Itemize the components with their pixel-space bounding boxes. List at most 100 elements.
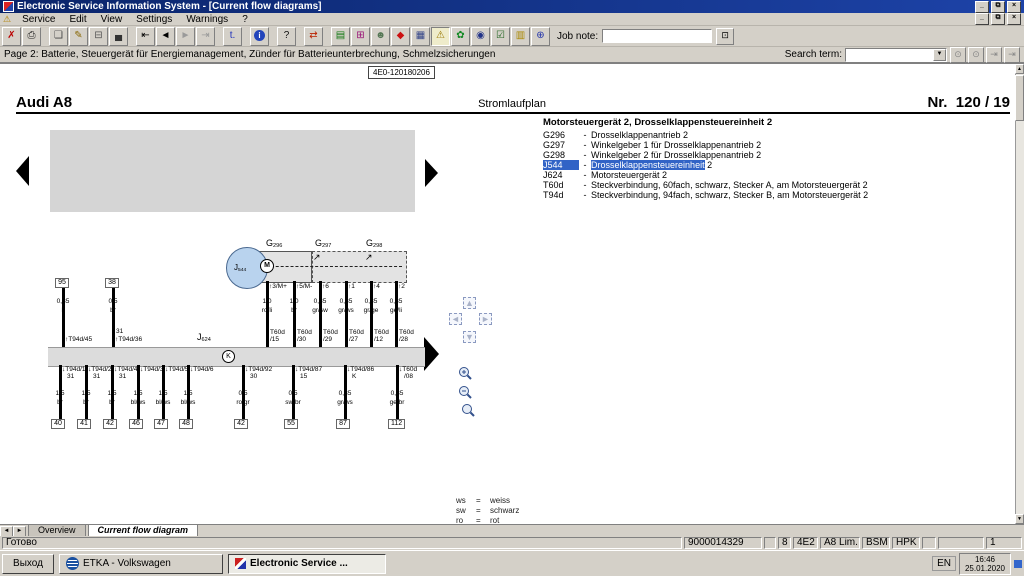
legend-entry-G296[interactable]: G296-Drosselklappenantrieb 2: [543, 130, 1013, 140]
save-button[interactable]: ⊟: [89, 27, 108, 46]
parts-button[interactable]: ⊞: [351, 27, 370, 46]
notes-button[interactable]: ▥: [511, 27, 530, 46]
zoom-out-icon[interactable]: [458, 385, 473, 400]
zoom-in-icon[interactable]: [458, 366, 473, 381]
job-note-edit-button[interactable]: ⊡: [716, 28, 734, 45]
page-link-right-arrow[interactable]: [425, 159, 438, 187]
mdi-window-close-button[interactable]: ×: [1007, 13, 1021, 25]
menu-warnings[interactable]: Warnings: [179, 14, 235, 25]
new-document-button[interactable]: ❏: [49, 27, 68, 46]
help-key-button[interactable]: ?: [277, 27, 296, 46]
j544-label: J544: [234, 263, 246, 273]
language-indicator[interactable]: EN: [932, 556, 956, 571]
page-link-right-arrow-2[interactable]: [424, 337, 439, 371]
status-bar: Готово 900001432984E2A8 Lim.BSMHPK1: [0, 536, 1024, 550]
mdi-window-minimize-button[interactable]: _: [975, 13, 989, 25]
menu-settings[interactable]: Settings: [129, 14, 179, 25]
checklist-button[interactable]: ☑: [491, 27, 510, 46]
job-note-input[interactable]: [602, 29, 712, 43]
document-type: Stromlaufplan: [0, 98, 1024, 110]
terminal-box: 38: [105, 278, 119, 288]
print-button[interactable]: ⎙: [22, 27, 41, 46]
search-records-button[interactable]: ◉: [471, 27, 490, 46]
menu-?[interactable]: ?: [235, 14, 255, 25]
history-button[interactable]: t.: [223, 27, 242, 46]
scroll-down-icon[interactable]: ▼: [1015, 514, 1024, 524]
terminal-box: 41: [77, 419, 91, 429]
scroll-up-icon[interactable]: ▲: [1015, 64, 1024, 74]
pan-right-icon[interactable]: ►: [479, 313, 492, 325]
terminal-box: 112: [388, 419, 405, 429]
taskbar-clock[interactable]: 16:46 25.01.2020: [959, 553, 1011, 575]
menu-edit[interactable]: Edit: [62, 14, 93, 25]
status-fields: 900001432984E2A8 Lim.BSMHPK1: [684, 537, 1022, 549]
connector-label: T60d/15: [270, 329, 285, 343]
vertical-scrollbar[interactable]: [1015, 64, 1024, 524]
wire: [395, 281, 398, 347]
diagram-number: Nr. 120 / 19: [890, 94, 1010, 111]
search-combobox[interactable]: ▼: [845, 48, 947, 62]
legend-entry-J624[interactable]: J624-Motorsteuergerät 2: [543, 170, 1013, 180]
nav-next-button[interactable]: ►: [176, 27, 195, 46]
web-button[interactable]: ⊕: [531, 27, 550, 46]
exit-button[interactable]: ✗: [2, 27, 21, 46]
wire: [266, 281, 269, 347]
nav-last-button[interactable]: ⇥: [196, 27, 215, 46]
vehicle-button[interactable]: ▄: [109, 27, 128, 46]
taskbar-elsa-button[interactable]: Electronic Service ...: [228, 554, 386, 574]
nav-prev-button[interactable]: ◄: [156, 27, 175, 46]
pin-label: ↑6: [322, 283, 329, 290]
etka-globe-icon: [66, 557, 79, 570]
mdi-window-restore-button[interactable]: ⧉: [991, 13, 1005, 25]
combo-dropdown-icon[interactable]: ▼: [933, 49, 946, 61]
compare-button[interactable]: ⇄: [304, 27, 323, 46]
pan-left-icon[interactable]: ◄: [449, 313, 462, 325]
edit-button[interactable]: ✎: [69, 27, 88, 46]
app-window: Electronic Service Information System - …: [0, 0, 1024, 576]
legend-entry-T60d[interactable]: T60d-Steckverbindung, 60fach, schwarz, S…: [543, 180, 1013, 190]
images-button[interactable]: ▦: [411, 27, 430, 46]
environment-button[interactable]: ✿: [451, 27, 470, 46]
component-label-G298: G298: [366, 239, 382, 251]
connector-label: ↑T94d/36: [115, 336, 142, 343]
search-append-all-button[interactable]: ⇥: [1004, 47, 1020, 63]
search-find-all-button[interactable]: ⊙: [968, 47, 984, 63]
page-link-left-arrow[interactable]: [16, 156, 29, 186]
terminal-box: 95: [55, 278, 69, 288]
page-bar: Page 2: Batterie, Steuergerät für Energi…: [0, 47, 1024, 63]
wire-gauge: 0,5: [228, 390, 258, 397]
search-find-button[interactable]: ⊙: [950, 47, 966, 63]
wire: [345, 281, 348, 347]
mdi-window-controls: _⧉×: [975, 13, 1024, 25]
taskbar-etka-button[interactable]: ETKA - Volkswagen: [59, 554, 223, 574]
pan-up-icon[interactable]: ▲: [463, 297, 476, 309]
legend-entry-J544[interactable]: J544-Drosselklappensteuereinheit 2: [543, 160, 1013, 170]
manuals-button[interactable]: ▤: [331, 27, 350, 46]
warnings-button[interactable]: ⚠: [431, 27, 450, 46]
customer-button[interactable]: ☻: [371, 27, 390, 46]
info-button[interactable]: i: [250, 27, 269, 46]
window-minimize-button[interactable]: _: [975, 1, 989, 13]
menu-view[interactable]: View: [94, 14, 130, 25]
zoom-reset-icon[interactable]: [461, 403, 476, 418]
legend-entry-G298[interactable]: G298-Winkelgeber 2 für Drosselklappenant…: [543, 150, 1013, 160]
window-restore-button[interactable]: ⧉: [991, 1, 1005, 13]
legend-entry-G297[interactable]: G297-Winkelgeber 1 für Drosselklappenant…: [543, 140, 1013, 150]
pin-label: ↑5/M-: [296, 283, 312, 290]
status-field: A8 Lim.: [820, 537, 860, 549]
j624-control-unit-band: [48, 347, 425, 367]
tray-network-icon[interactable]: [1014, 560, 1022, 568]
wire-color: ro/gr: [228, 399, 258, 406]
nav-first-button[interactable]: ⇤: [136, 27, 155, 46]
important-notes-button[interactable]: ◆: [391, 27, 410, 46]
connector-label: T60d/29: [323, 329, 338, 343]
k-symbol: K: [222, 350, 235, 363]
window-close-button[interactable]: ×: [1007, 1, 1021, 13]
terminal-box: 42: [103, 419, 117, 429]
pan-down-icon[interactable]: ▼: [463, 331, 476, 343]
search-append-button[interactable]: ⇥: [986, 47, 1002, 63]
legend-entry-T94d[interactable]: T94d-Steckverbindung, 94fach, schwarz, S…: [543, 190, 1013, 200]
taskbar-exit-button[interactable]: Выход: [2, 554, 54, 574]
scrollbar-thumb[interactable]: [1015, 75, 1024, 121]
menu-service[interactable]: Service: [15, 14, 62, 25]
